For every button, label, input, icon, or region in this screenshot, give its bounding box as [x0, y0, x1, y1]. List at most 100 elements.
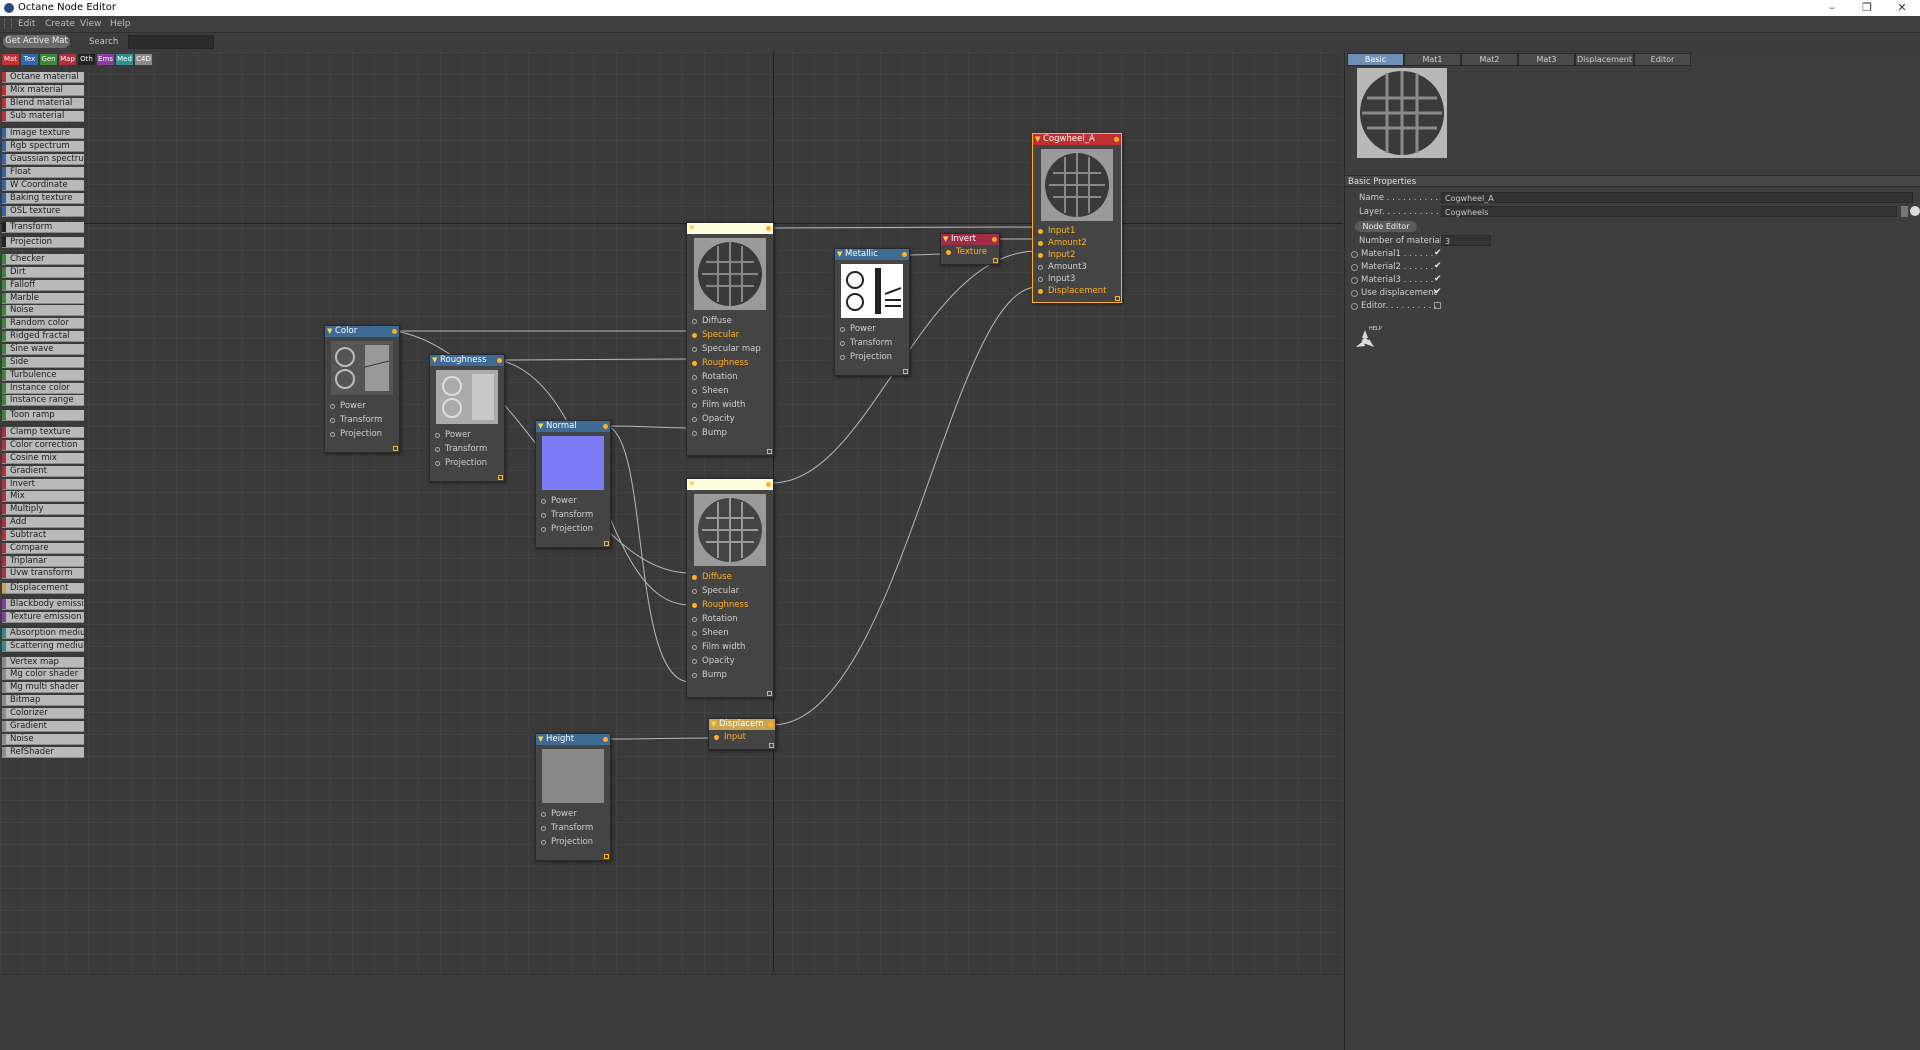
output-port[interactable]	[766, 482, 771, 487]
node-color[interactable]: ▼ Color Power Transform Projection	[324, 325, 400, 453]
node-list-item[interactable]: Instance range	[2, 395, 84, 407]
output-port[interactable]	[392, 329, 397, 334]
node-list-item[interactable]: Mix material	[2, 84, 84, 96]
port-specular[interactable]: Specular	[687, 584, 773, 598]
node-list-item[interactable]: Blend material	[2, 97, 84, 109]
collapse-icon[interactable]: ▼	[689, 223, 694, 234]
resize-handle[interactable]	[393, 446, 398, 451]
node-material-top[interactable]: ▼ Metal_Mat Diffuse Specular Specular map…	[686, 222, 774, 456]
resize-handle[interactable]	[604, 854, 609, 859]
category-tab-med[interactable]: Med	[116, 54, 133, 65]
node-list-item[interactable]: Image texture	[2, 128, 84, 140]
layer-link-icon[interactable]	[1910, 206, 1920, 216]
category-tab-tex[interactable]: Tex	[21, 54, 38, 65]
node-list-item[interactable]: OSL texture	[2, 205, 84, 217]
category-tab-map[interactable]: Map	[59, 54, 76, 65]
node-list-item[interactable]: Gaussian spectrum	[2, 154, 84, 166]
port-input2[interactable]: Input2	[1033, 249, 1121, 261]
node-list-item[interactable]: RefShader	[2, 746, 84, 758]
node-list-item[interactable]: Gradient	[2, 465, 84, 477]
editor-checkbox[interactable]	[1434, 302, 1441, 309]
port-input3[interactable]: Input3	[1033, 273, 1121, 285]
category-tab-ems[interactable]: Ems	[97, 54, 114, 65]
node-metallic[interactable]: ▼ Metallic Power Transform Projection	[834, 248, 910, 376]
resize-handle[interactable]	[498, 475, 503, 480]
resize-handle[interactable]	[993, 258, 998, 263]
tab-basic[interactable]: Basic	[1347, 53, 1404, 66]
node-list-item[interactable]: Checker	[2, 254, 84, 266]
port-texture[interactable]: Texture	[941, 245, 999, 259]
port-input[interactable]: Input	[709, 730, 775, 744]
tab-mat1[interactable]: Mat1	[1404, 53, 1461, 66]
node-list-item[interactable]: Marble	[2, 292, 84, 304]
node-list-item[interactable]: Multiply	[2, 504, 84, 516]
name-field[interactable]: Cogwheel_A	[1441, 192, 1913, 203]
node-material-bottom[interactable]: ▼ Plastic Diffuse Specular Roughness Rota…	[686, 478, 774, 698]
port-opacity[interactable]: Opacity	[687, 654, 773, 668]
port-power[interactable]: Power	[536, 494, 610, 508]
node-list-item[interactable]: Mg multi shader	[2, 682, 84, 694]
node-list-item[interactable]: Ridged fractal	[2, 331, 84, 343]
port-projection[interactable]: Projection	[325, 427, 399, 441]
port-roughness[interactable]: Roughness	[687, 356, 773, 370]
node-list-item[interactable]: Mg color shader	[2, 669, 84, 681]
node-list-item[interactable]: Invert	[2, 478, 84, 490]
node-list-item[interactable]: Octane material	[2, 72, 84, 83]
animate-radio-icon[interactable]	[1351, 290, 1358, 297]
resize-handle[interactable]	[769, 743, 774, 748]
output-port[interactable]	[1114, 137, 1119, 142]
port-power[interactable]: Power	[430, 428, 504, 442]
node-list-item[interactable]: Rgb spectrum	[2, 141, 84, 153]
node-list-item[interactable]: Instance color	[2, 382, 84, 394]
animate-radio-icon[interactable]	[1351, 277, 1358, 284]
port-sheen[interactable]: Sheen	[687, 626, 773, 640]
port-diffuse[interactable]: Diffuse	[687, 314, 773, 328]
animate-radio-icon[interactable]	[1351, 264, 1358, 271]
port-input1[interactable]: Input1	[1033, 225, 1121, 237]
port-projection[interactable]: Projection	[430, 456, 504, 470]
node-list-item[interactable]: Color correction	[2, 439, 84, 451]
output-port[interactable]	[992, 237, 997, 242]
node-list-item[interactable]: Texture emission	[2, 612, 84, 623]
node-list-item[interactable]: Float	[2, 166, 84, 178]
get-active-mat-button[interactable]: Get Active Mat	[3, 35, 70, 48]
restore-button[interactable]: ❐	[1855, 0, 1879, 16]
port-opacity[interactable]: Opacity	[687, 412, 773, 426]
port-amount3[interactable]: Amount3	[1033, 261, 1121, 273]
animate-radio-icon[interactable]	[1351, 251, 1358, 258]
node-list-item[interactable]: Side	[2, 356, 84, 368]
output-port[interactable]	[603, 424, 608, 429]
material3-checkbox[interactable]: ✔	[1434, 274, 1442, 284]
node-list-item[interactable]: Transform	[2, 222, 84, 234]
collapse-icon[interactable]: ▼	[538, 734, 543, 745]
collapse-icon[interactable]: ▼	[1035, 134, 1040, 145]
collapse-icon[interactable]: ▼	[538, 421, 543, 432]
node-list-item[interactable]: Displacement	[2, 583, 84, 595]
collapse-icon[interactable]: ▼	[432, 355, 437, 366]
node-list-item[interactable]: Dirt	[2, 266, 84, 278]
output-port[interactable]	[768, 722, 773, 727]
port-rotation[interactable]: Rotation	[687, 370, 773, 384]
layer-arrow-icon[interactable]	[1901, 206, 1908, 217]
node-height[interactable]: ▼ Height Power Transform Projection	[535, 733, 611, 861]
material1-checkbox[interactable]: ✔	[1434, 248, 1442, 258]
output-port[interactable]	[603, 737, 608, 742]
node-list-item[interactable]: Random color	[2, 318, 84, 330]
node-list-item[interactable]: Uvw transform	[2, 568, 84, 580]
collapse-icon[interactable]: ▼	[837, 249, 842, 260]
node-invert[interactable]: ▼ Invert Texture	[940, 233, 1000, 265]
port-rotation[interactable]: Rotation	[687, 612, 773, 626]
port-bump[interactable]: Bump	[687, 426, 773, 440]
category-tab-oth[interactable]: Oth	[78, 54, 95, 65]
tab-editor[interactable]: Editor	[1634, 53, 1691, 66]
animate-radio-icon[interactable]	[1351, 303, 1358, 310]
collapse-icon[interactable]: ▼	[711, 719, 716, 730]
port-transform[interactable]: Transform	[430, 442, 504, 456]
port-transform[interactable]: Transform	[325, 413, 399, 427]
output-port[interactable]	[497, 358, 502, 363]
node-normal[interactable]: ▼ Normal Power Transform Projection	[535, 420, 611, 548]
node-list-item[interactable]: Compare	[2, 542, 84, 554]
use-displacement-checkbox[interactable]: ✔	[1434, 287, 1442, 297]
resize-handle[interactable]	[767, 449, 772, 454]
collapse-icon[interactable]: ▼	[327, 326, 332, 337]
